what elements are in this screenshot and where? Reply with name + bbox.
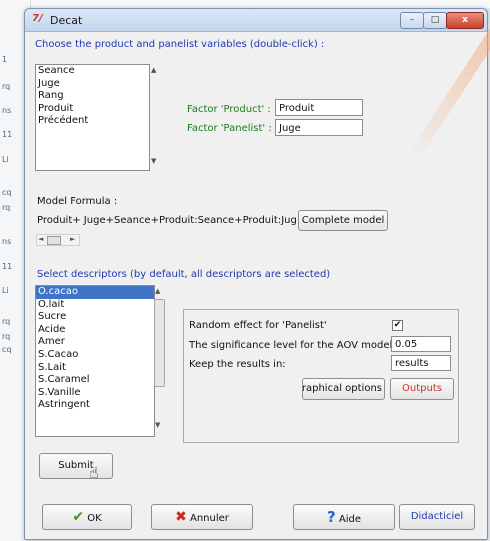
graphical-options-button[interactable]: Graphical options (302, 378, 385, 400)
descriptors-scrollbar[interactable]: ▲ ▼ (153, 285, 165, 435)
strip-label: rq (2, 82, 11, 91)
factor-product-label: Factor 'Product' : (187, 104, 271, 115)
list-item[interactable]: Rang (36, 90, 149, 103)
minimize-button[interactable]: – (400, 12, 424, 29)
strip-label: rq (2, 317, 11, 326)
scroll-up-arrow-icon[interactable]: ▲ (155, 287, 160, 295)
title-bar[interactable]: 7/ Decat – □ x (25, 9, 487, 32)
list-item-selected[interactable]: O.cacao (36, 286, 154, 299)
list-item[interactable]: S.Caramel (36, 374, 154, 387)
red-x-icon: ✖ (175, 509, 187, 525)
scroll-down-arrow-icon[interactable]: ▼ (151, 157, 156, 165)
strip-label: ns (2, 106, 12, 115)
keep-results-label: Keep the results in: (189, 359, 286, 370)
list-item[interactable]: S.Vanille (36, 387, 154, 400)
list-item[interactable]: S.Lait (36, 362, 154, 375)
help-button[interactable]: ? Aide (293, 504, 395, 530)
tutorial-button[interactable]: Didacticiel (399, 504, 475, 530)
keep-results-input[interactable]: results (391, 355, 451, 371)
strip-label: cq (2, 188, 12, 197)
significance-input[interactable]: 0.05 (391, 336, 451, 352)
product-panelist-heading: Choose the product and panelist variable… (35, 39, 325, 50)
cancel-label: Annuler (190, 513, 229, 524)
list-item[interactable]: Amer (36, 336, 154, 349)
strip-label: rq (2, 203, 11, 212)
list-item[interactable]: Juge (36, 78, 149, 91)
scroll-right-arrow-icon[interactable]: ► (70, 235, 75, 243)
list-item[interactable]: Seance (36, 65, 149, 78)
list-item[interactable]: Sucre (36, 311, 154, 324)
formula-scroll-thumb[interactable] (47, 236, 61, 245)
strip-label: 11 (2, 130, 13, 139)
close-button[interactable]: x (446, 12, 484, 29)
variables-scrollbar[interactable]: ▲ ▼ (149, 64, 161, 169)
tk-feather-icon: 7/ (32, 13, 43, 24)
variables-listbox[interactable]: Seance Juge Rang Produit Précédent (35, 64, 150, 171)
descriptors-listbox[interactable]: O.cacao O.lait Sucre Acide Amer S.Cacao … (35, 285, 155, 437)
checkmark-icon: ✔ (72, 509, 85, 525)
factor-product-input[interactable]: Produit (275, 99, 363, 116)
list-item[interactable]: Acide (36, 324, 154, 337)
ok-button[interactable]: ✔ OK (42, 504, 132, 530)
strip-label: rq (2, 332, 11, 341)
list-item[interactable]: Astringent (36, 399, 154, 412)
list-item[interactable]: Produit (36, 103, 149, 116)
strip-label: ns (2, 237, 12, 246)
model-formula-label: Model Formula : (37, 196, 118, 207)
cancel-button[interactable]: ✖ Annuler (151, 504, 253, 530)
window-title: Decat (50, 14, 83, 27)
factor-panelist-input[interactable]: Juge (275, 119, 363, 136)
mouse-cursor-icon: ☝ (89, 463, 99, 482)
random-effect-checkbox[interactable]: ✔ (392, 320, 403, 331)
options-group: Random effect for 'Panelist' ✔ The signi… (183, 309, 459, 443)
list-item[interactable]: Précédent (36, 115, 149, 128)
complete-model-button[interactable]: Complete model (298, 210, 388, 231)
scroll-up-arrow-icon[interactable]: ▲ (151, 66, 156, 74)
significance-label: The significance level for the AOV model… (189, 340, 396, 351)
strip-label: 11 (2, 262, 13, 271)
strip-label: 1 (2, 55, 8, 64)
strip-label: cq (2, 345, 12, 354)
help-label: Aide (338, 514, 361, 525)
question-mark-icon: ? (326, 508, 336, 526)
outputs-button[interactable]: Outputs (390, 378, 454, 400)
descriptors-scroll-thumb[interactable] (154, 299, 165, 387)
list-item[interactable]: S.Cacao (36, 349, 154, 362)
descriptors-heading: Select descriptors (by default, all desc… (37, 269, 331, 280)
ok-label: OK (87, 513, 102, 524)
factor-panelist-label: Factor 'Panelist' : (187, 123, 272, 134)
decat-dialog: 7/ Decat – □ x Choose the product and pa… (24, 0, 490, 540)
formula-scrollbar[interactable]: ◄ ► (36, 234, 80, 246)
strip-label: Li (2, 155, 9, 164)
model-formula-input[interactable]: Produit+ Juge+Seance+Produit:Seance+Prod… (35, 212, 297, 230)
scroll-down-arrow-icon[interactable]: ▼ (155, 421, 160, 429)
list-item[interactable]: O.lait (36, 299, 154, 312)
strip-label: Li (2, 286, 9, 295)
scroll-left-arrow-icon[interactable]: ◄ (38, 235, 43, 243)
random-effect-label: Random effect for 'Panelist' (189, 320, 327, 331)
desktop-top-edge (30, 0, 490, 8)
maximize-button[interactable]: □ (423, 12, 447, 29)
submit-button[interactable]: Submit (39, 453, 113, 479)
